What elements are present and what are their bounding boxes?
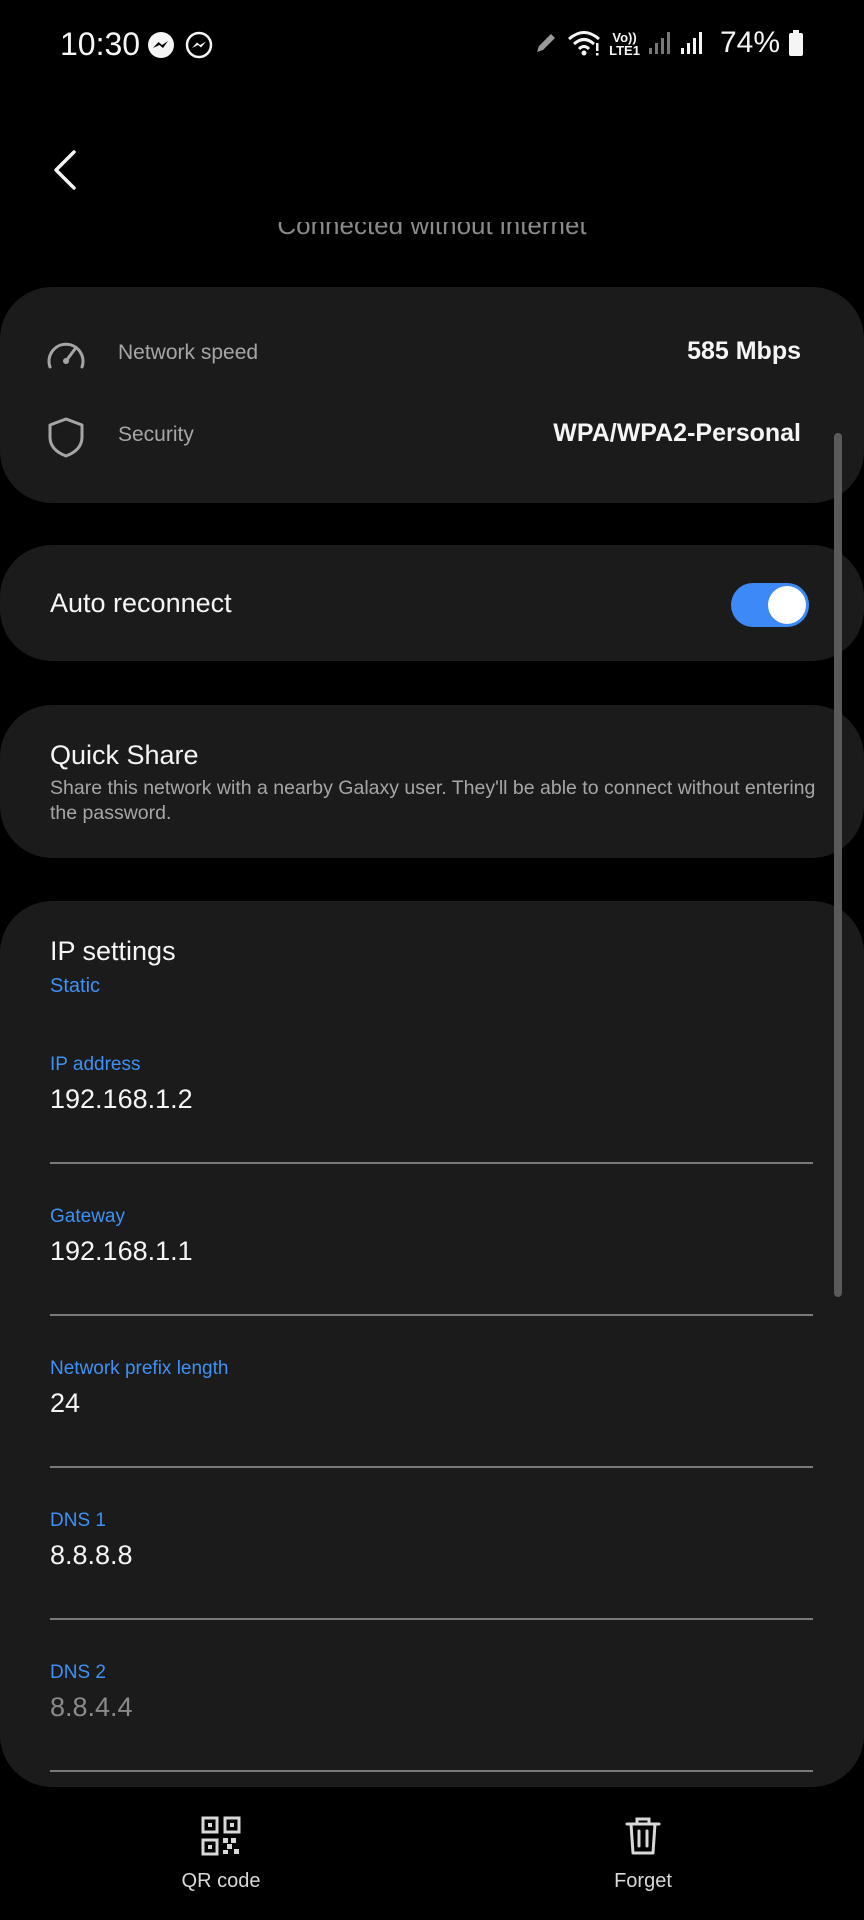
signal-icon-sim2 — [680, 32, 702, 54]
auto-reconnect-toggle[interactable] — [731, 583, 809, 627]
bottom-action-bar: QR code Forget — [0, 1790, 864, 1920]
scrollbar[interactable] — [834, 433, 842, 1297]
messenger-outline-icon — [185, 31, 213, 59]
ip-settings-mode[interactable]: Static — [50, 975, 100, 998]
gateway-label: Gateway — [50, 1206, 125, 1227]
gateway-field[interactable]: Gateway 192.168.1.1 — [50, 1206, 813, 1316]
security-label: Security — [118, 423, 194, 446]
ip-address-field[interactable]: IP address 192.168.1.2 — [50, 1054, 813, 1164]
battery-percent: 74% — [719, 26, 780, 59]
dns1-field[interactable]: DNS 1 8.8.8.8 — [50, 1510, 813, 1620]
quick-share-card[interactable]: Quick Share Share this network with a ne… — [0, 705, 864, 858]
notification-icons — [146, 30, 214, 60]
ip-address-label: IP address — [50, 1054, 141, 1075]
qr-code-icon — [201, 1816, 241, 1856]
lte-bottom-text: LTE1 — [609, 43, 640, 58]
gateway-input[interactable]: 192.168.1.1 — [50, 1236, 193, 1267]
network-speed-row: Network speed 585 Mbps — [0, 325, 864, 385]
battery-icon — [789, 30, 803, 56]
prefix-length-label: Network prefix length — [50, 1358, 229, 1379]
pen-icon — [537, 34, 556, 52]
qr-code-label: QR code — [181, 1870, 261, 1892]
network-speed-value: 585 Mbps — [687, 337, 801, 365]
security-row: Security WPA/WPA2-Personal — [0, 407, 864, 467]
shield-icon — [48, 417, 84, 458]
ip-address-input[interactable]: 192.168.1.2 — [50, 1084, 193, 1115]
dns1-label: DNS 1 — [50, 1510, 106, 1531]
network-info-card: Network speed 585 Mbps Security WPA/WPA2… — [0, 287, 864, 503]
speedometer-icon — [47, 342, 85, 369]
status-bar: 10:30 Vo)) LTE1 74% — [0, 0, 864, 96]
security-value: WPA/WPA2-Personal — [553, 419, 801, 447]
lte-indicator: Vo)) LTE1 — [609, 31, 640, 57]
messenger-icon — [148, 32, 174, 58]
ip-settings-title[interactable]: IP settings — [50, 936, 176, 967]
quick-share-description: Share this network with a nearby Galaxy … — [50, 777, 816, 824]
qr-code-button[interactable]: QR code — [121, 1816, 321, 1906]
dns2-label: DNS 2 — [50, 1662, 106, 1683]
status-right: Vo)) LTE1 74% — [533, 26, 804, 60]
prefix-length-field[interactable]: Network prefix length 24 — [50, 1358, 813, 1468]
dns2-field[interactable]: DNS 2 8.8.4.4 — [50, 1662, 813, 1772]
dns2-input[interactable]: 8.8.4.4 — [50, 1692, 133, 1723]
back-button[interactable] — [40, 140, 90, 200]
auto-reconnect-label: Auto reconnect — [50, 588, 232, 618]
toggle-knob — [768, 586, 806, 624]
status-time: 10:30 — [60, 26, 141, 62]
trash-icon — [625, 1817, 661, 1855]
prefix-length-input[interactable]: 24 — [50, 1388, 80, 1419]
signal-icon-sim1 — [648, 32, 670, 54]
connection-status-text: Connected without internet — [277, 210, 587, 240]
network-speed-label: Network speed — [118, 341, 259, 364]
quick-share-title: Quick Share — [50, 740, 199, 770]
dns1-input[interactable]: 8.8.8.8 — [50, 1540, 133, 1571]
chevron-left-icon — [54, 150, 76, 190]
forget-button[interactable]: Forget — [543, 1816, 743, 1906]
wifi-icon — [568, 31, 601, 56]
auto-reconnect-card[interactable]: Auto reconnect — [0, 545, 864, 661]
ip-settings-card: IP settings Static IP address 192.168.1.… — [0, 901, 864, 1787]
forget-label: Forget — [614, 1870, 672, 1892]
